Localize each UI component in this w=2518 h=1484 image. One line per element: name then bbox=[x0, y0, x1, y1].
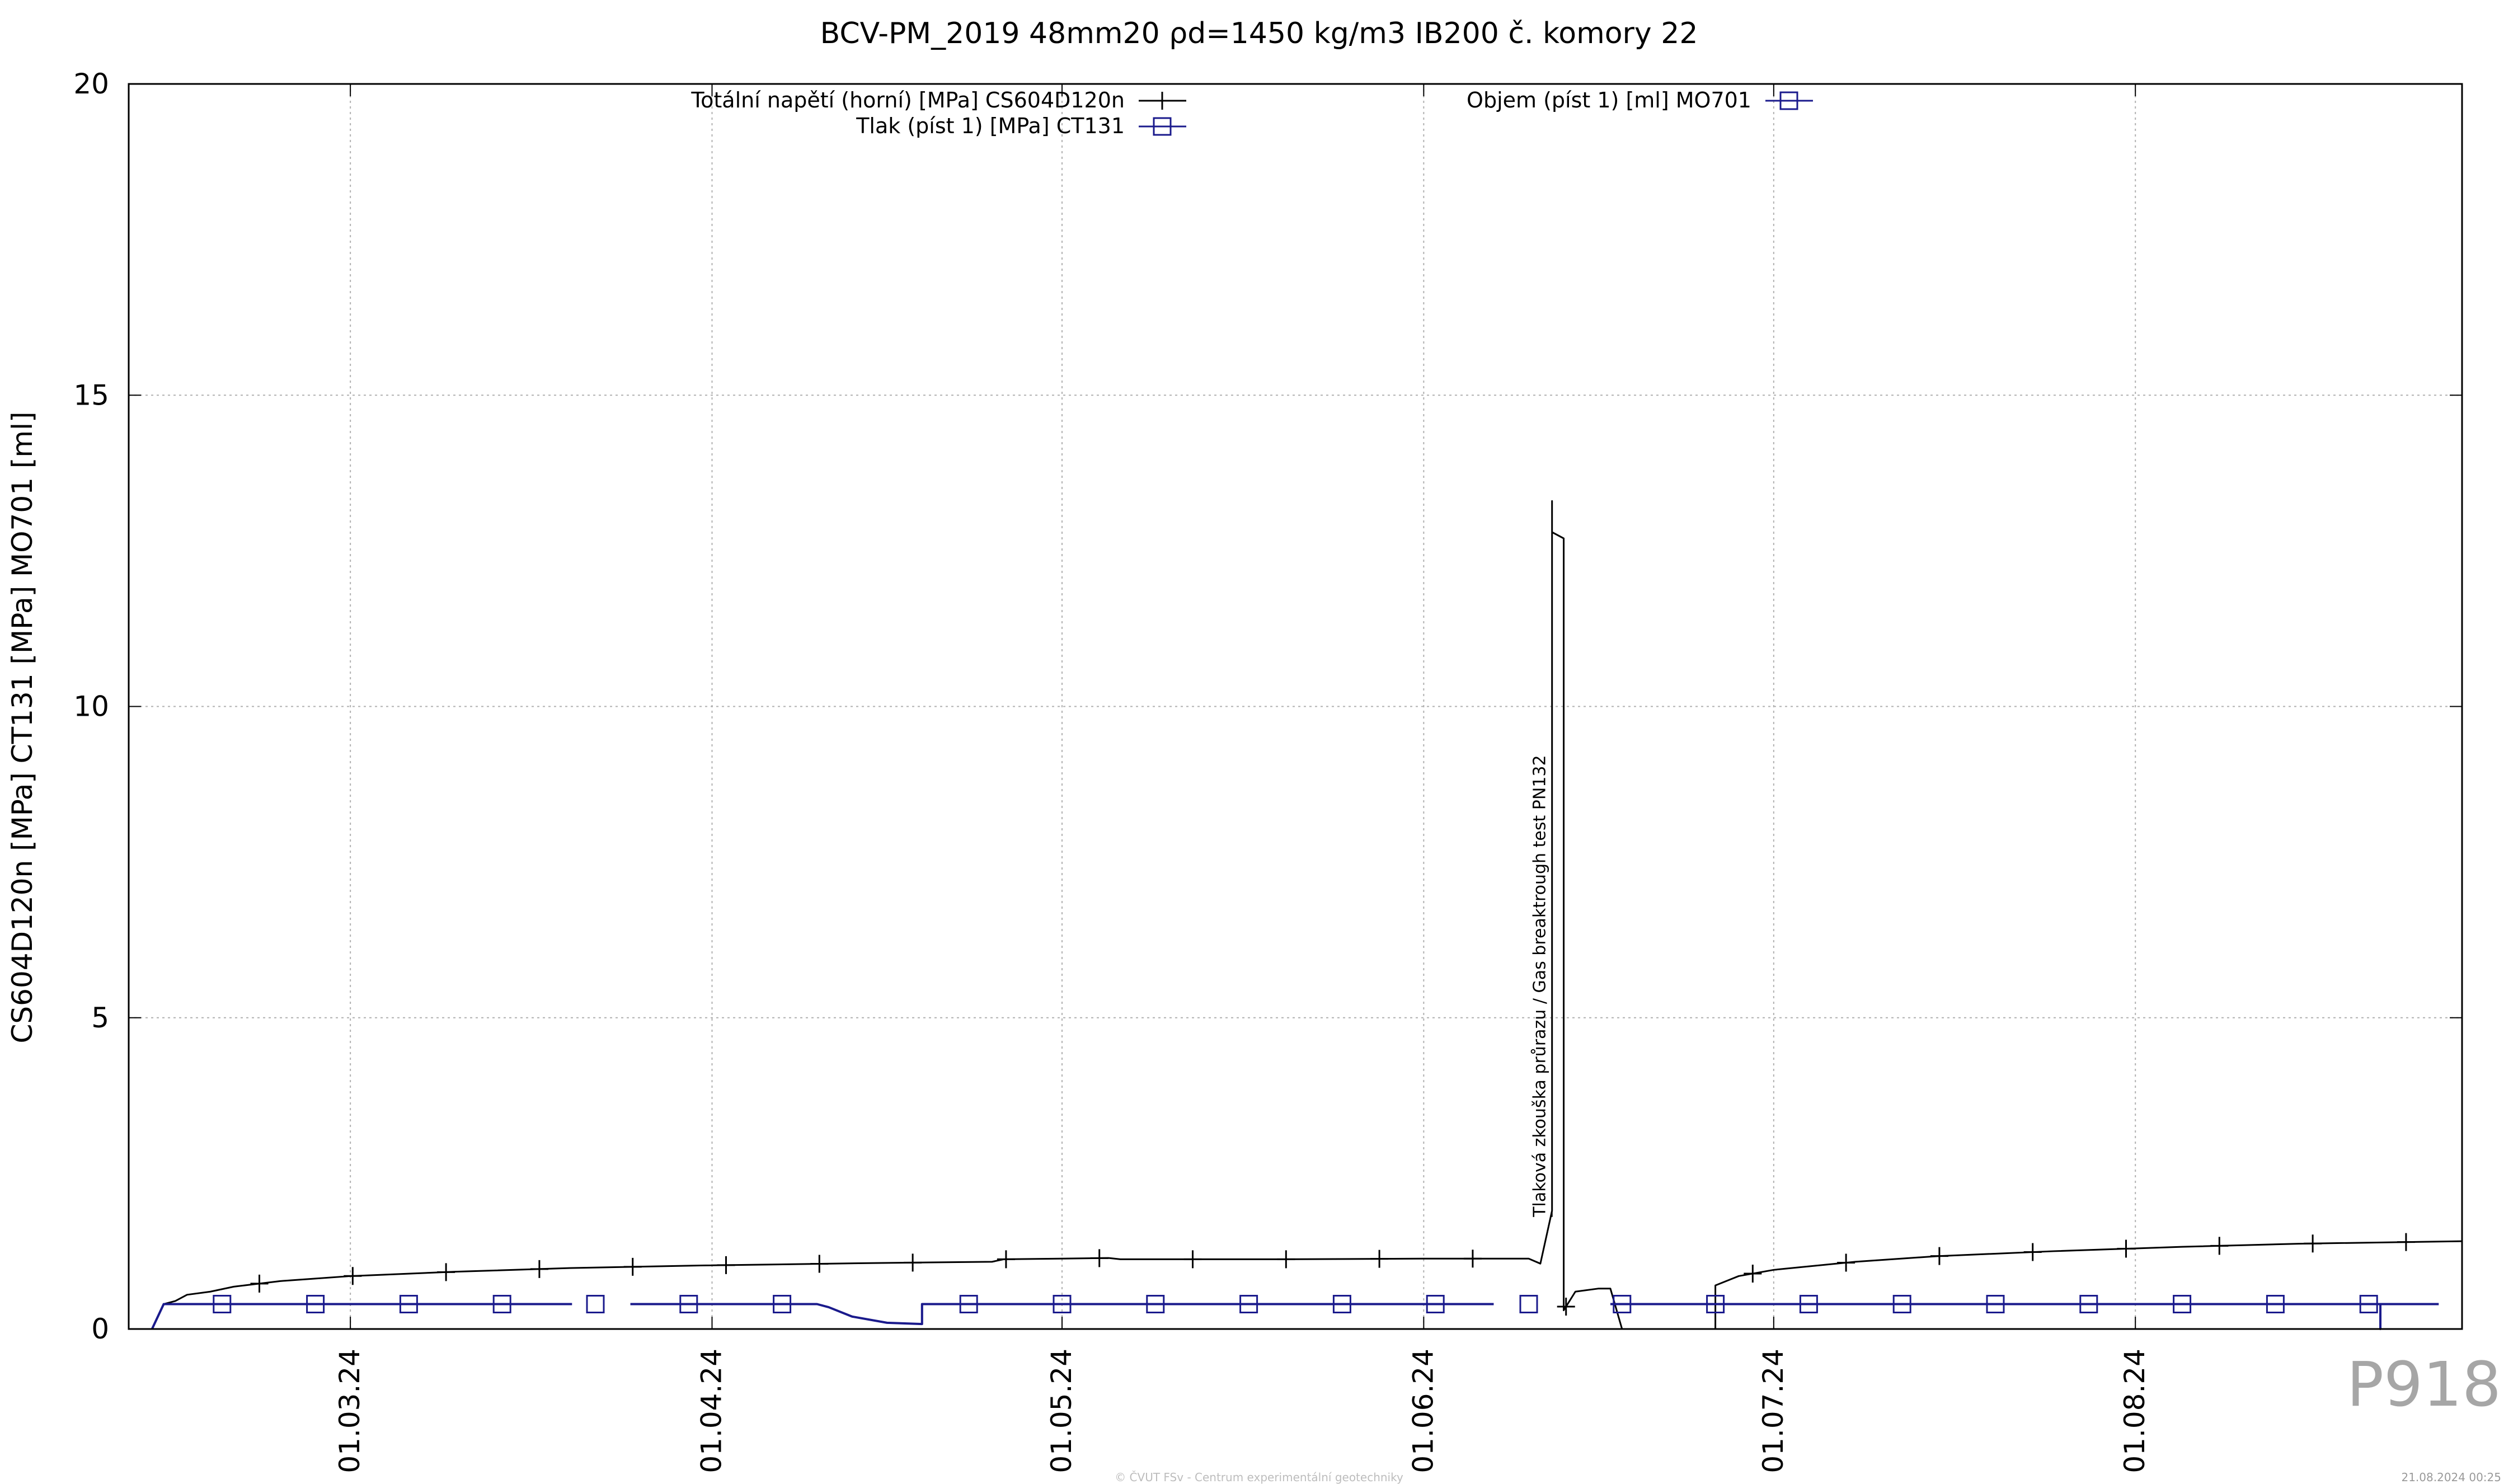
plot-frame bbox=[128, 83, 2463, 1330]
series-marker bbox=[344, 1267, 362, 1285]
series-marker bbox=[437, 1263, 455, 1281]
series-marker bbox=[2117, 1239, 2135, 1258]
series-marker bbox=[1277, 1250, 1295, 1269]
x-tick-label: 01.05.24 bbox=[1045, 1349, 1078, 1473]
x-tick-label: 01.04.24 bbox=[696, 1349, 728, 1473]
legend-label: Totální napětí (horní) [MPa] CS604D120n bbox=[690, 88, 1125, 112]
series-marker bbox=[1557, 1297, 1575, 1316]
series-marker bbox=[2210, 1237, 2229, 1255]
watermark-label: P918 bbox=[2346, 1349, 2501, 1420]
y-tick-label: 20 bbox=[73, 68, 109, 100]
series-line bbox=[1610, 1303, 2439, 1330]
legend-layer: Totální napětí (horní) [MPa] CS604D120nT… bbox=[690, 88, 1813, 138]
series-1 bbox=[151, 1295, 2439, 1330]
x-tick-label: 01.06.24 bbox=[1407, 1349, 1439, 1473]
series-marker bbox=[586, 1295, 605, 1313]
axes-layer: 0 5 10 15 20 01.03.24 01.04.24 01.05.24 01.06.24… bbox=[73, 68, 2463, 1473]
series-line bbox=[151, 500, 2463, 1330]
y-tick-label: 5 bbox=[91, 1002, 109, 1034]
series-marker bbox=[1744, 1264, 1762, 1283]
series-marker bbox=[623, 1257, 642, 1276]
x-tick-label: 01.07.24 bbox=[1757, 1349, 1789, 1473]
series-marker bbox=[2304, 1234, 2322, 1253]
timestamp-label: 21.08.2024 00:25 bbox=[2401, 1471, 2501, 1484]
series-marker bbox=[2023, 1243, 2042, 1261]
series-marker bbox=[2397, 1233, 2415, 1251]
series-marker bbox=[1930, 1247, 1948, 1265]
x-tick-label: 01.08.24 bbox=[2118, 1349, 2151, 1473]
series-marker bbox=[530, 1260, 548, 1278]
y-tick-label: 0 bbox=[91, 1313, 109, 1345]
series-marker bbox=[1463, 1250, 1482, 1268]
series-marker bbox=[1090, 1249, 1108, 1267]
chart-canvas: 0 5 10 15 20 01.03.24 01.04.24 01.05.24 01.06.24… bbox=[73, 68, 2463, 1473]
y-tick-label: 10 bbox=[73, 691, 109, 723]
y-tick-label: 15 bbox=[73, 379, 109, 411]
grid-layer bbox=[129, 84, 2462, 1329]
series-marker bbox=[250, 1274, 269, 1293]
series-marker bbox=[1837, 1253, 1855, 1272]
legend-marker bbox=[1153, 92, 1171, 110]
annotation-text: Tlaková zkouška průrazu / Gas breaktroug… bbox=[1530, 755, 1550, 1217]
legend-label: Objem (píst 1) [ml] MO701 bbox=[1467, 88, 1751, 112]
series-marker bbox=[1519, 1295, 1538, 1313]
series-marker bbox=[904, 1253, 922, 1272]
series-marker bbox=[717, 1256, 735, 1274]
series-marker bbox=[1370, 1250, 1389, 1268]
footer-credit: © ČVUT FSv - Centrum experimentální geot… bbox=[1115, 1471, 1403, 1484]
series-marker bbox=[810, 1255, 829, 1273]
x-tick-label: 01.03.24 bbox=[333, 1349, 366, 1473]
series-marker bbox=[1183, 1250, 1202, 1269]
series-0 bbox=[151, 500, 2463, 1330]
annotation-layer: Tlaková zkouška průrazu / Gas breaktroug… bbox=[1530, 755, 1553, 1218]
series-marker bbox=[997, 1250, 1015, 1269]
series-layer bbox=[151, 500, 2463, 1330]
series-line bbox=[151, 1303, 572, 1330]
legend-label: Tlak (píst 1) [MPa] CT131 bbox=[856, 114, 1125, 138]
